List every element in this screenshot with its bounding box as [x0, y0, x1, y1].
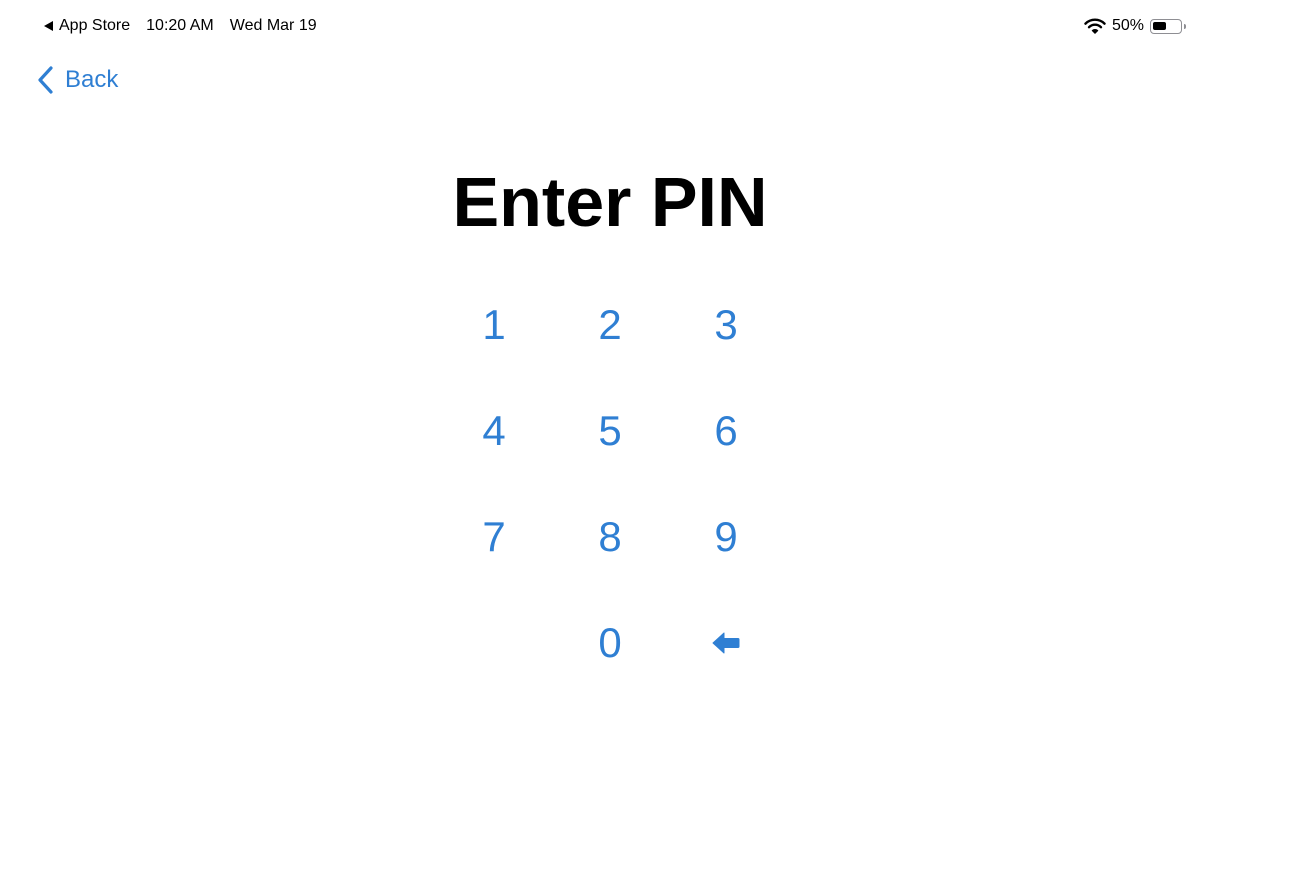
page-title: Enter PIN: [452, 163, 768, 241]
backspace-button[interactable]: [668, 590, 784, 696]
status-bar: App Store 10:20 AM Wed Mar 19 50%: [0, 0, 1292, 52]
back-button-label: Back: [65, 66, 119, 93]
key-6[interactable]: 6: [668, 378, 784, 484]
back-app-arrow-icon[interactable]: [44, 21, 53, 31]
back-button[interactable]: Back: [36, 62, 118, 98]
key-7[interactable]: 7: [436, 484, 552, 590]
key-5[interactable]: 5: [552, 378, 668, 484]
battery-icon: [1150, 18, 1186, 34]
key-9[interactable]: 9: [668, 484, 784, 590]
backspace-icon: [712, 632, 740, 654]
battery-fill: [1153, 21, 1166, 30]
status-left: App Store 10:20 AM Wed Mar 19: [44, 16, 317, 36]
pin-keypad: 1 2 3 4 5 6 7 8 9 0: [436, 272, 784, 696]
battery-percent: 50%: [1111, 17, 1144, 34]
key-1[interactable]: 1: [436, 272, 552, 378]
status-right: 50%: [1084, 16, 1186, 36]
back-app-label[interactable]: App Store: [59, 17, 130, 35]
key-8[interactable]: 8: [552, 484, 668, 590]
status-time: 10:20 AM: [146, 17, 214, 34]
status-date: Wed Mar 19: [229, 17, 317, 34]
key-3[interactable]: 3: [668, 272, 784, 378]
wifi-icon: [1084, 18, 1106, 34]
key-0[interactable]: 0: [552, 590, 668, 696]
chevron-left-icon: [38, 66, 53, 94]
key-2[interactable]: 2: [552, 272, 668, 378]
key-4[interactable]: 4: [436, 378, 552, 484]
key-empty: [436, 590, 552, 696]
